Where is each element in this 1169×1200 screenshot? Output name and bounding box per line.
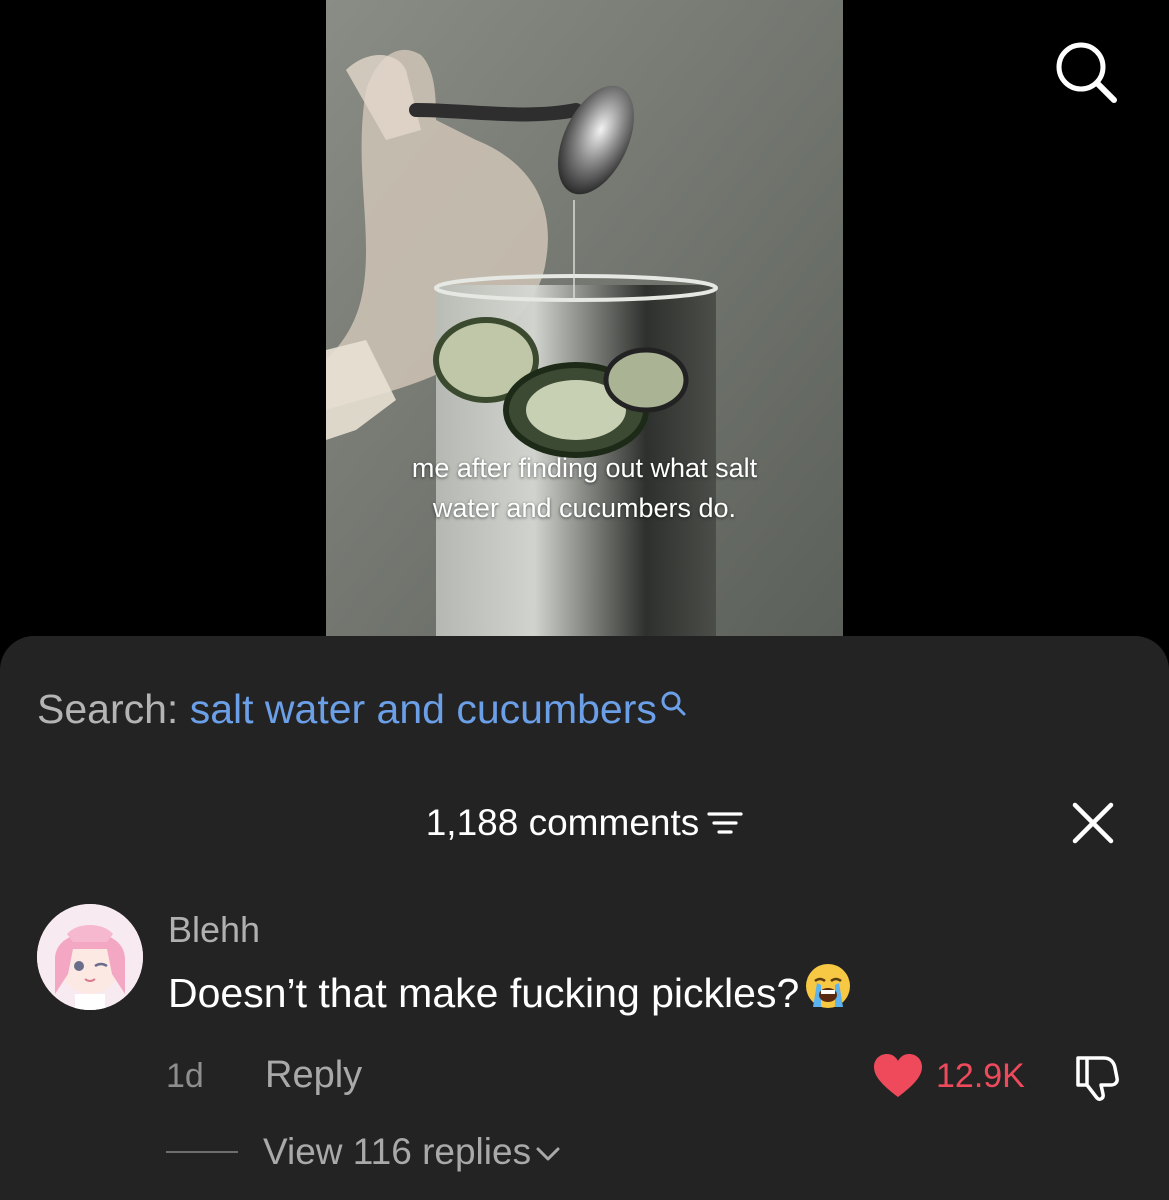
comments-header: 1,188 comments — [0, 800, 1169, 846]
related-search-label: Search: — [37, 686, 179, 732]
caption-line-2: water and cucumbers do. — [432, 493, 737, 523]
comment-text: Doesn’t that make fucking pickles? — [168, 963, 853, 1024]
reply-button[interactable]: Reply — [265, 1052, 362, 1098]
related-search-query[interactable]: salt water and cucumbers — [190, 686, 657, 732]
like-count: 12.9K — [936, 1057, 1025, 1095]
caption-line-1: me after finding out what salt — [411, 453, 758, 483]
related-search[interactable]: Search: salt water and cucumbers — [37, 683, 689, 735]
filter-icon[interactable] — [707, 808, 743, 838]
replies-divider — [166, 1151, 238, 1153]
comment-count: 1,188 comments — [425, 802, 700, 843]
crying-face-emoji-icon — [803, 961, 853, 1024]
heart-icon[interactable] — [872, 1053, 924, 1104]
chevron-down-icon — [536, 1147, 560, 1161]
video-frame-illustration — [326, 0, 843, 640]
search-small-icon — [661, 691, 686, 716]
comment-username[interactable]: Blehh — [168, 908, 260, 952]
dislike-icon[interactable] — [1072, 1052, 1122, 1107]
video-player[interactable]: me after finding out what salt water and… — [326, 0, 843, 640]
video-caption: me after finding out what salt water and… — [326, 448, 843, 528]
comment-time: 1d — [166, 1057, 204, 1095]
close-icon[interactable] — [1070, 800, 1116, 846]
comment-body: Doesn’t that make fucking pickles? — [168, 970, 800, 1016]
search-icon[interactable] — [1050, 36, 1120, 106]
avatar[interactable] — [37, 904, 143, 1010]
view-replies-button[interactable]: View 116 replies — [263, 1128, 561, 1176]
view-replies-label: View 116 replies — [263, 1131, 532, 1172]
